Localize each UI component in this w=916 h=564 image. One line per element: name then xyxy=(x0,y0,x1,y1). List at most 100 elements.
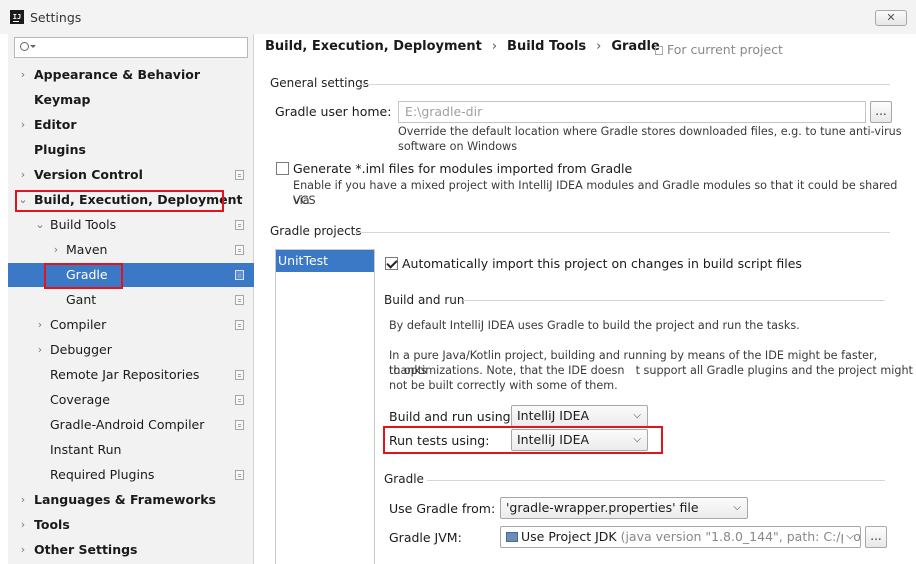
generate-iml-hint-line2: VCS xyxy=(293,194,316,207)
user-home-hint-line2: software on Windows xyxy=(398,140,518,153)
sidebar-item-debugger[interactable]: › Debugger xyxy=(8,338,254,362)
generate-iml-hint-line1: Enable if you have a mixed project with … xyxy=(293,179,898,207)
sidebar-item-appearance-behavior[interactable]: › Appearance & Behavior xyxy=(8,63,254,87)
intellij-app-icon: IJ xyxy=(10,10,24,24)
project-scope-icon xyxy=(655,46,663,55)
gradle-jvm-value: Use Project JDK xyxy=(521,529,617,544)
use-gradle-from-value: 'gradle-wrapper.properties' file xyxy=(506,500,699,515)
project-scope-icon xyxy=(235,320,244,330)
for-current-project-label: For current project xyxy=(667,42,783,57)
sidebar-item-languages-frameworks[interactable]: › Languages & Frameworks xyxy=(8,488,254,512)
build-run-using-value: IntelliJ IDEA xyxy=(517,408,590,423)
auto-import-label[interactable]: Automatically import this project on cha… xyxy=(402,256,802,271)
settings-content: Build, Execution, Deployment › Build Tools… xyxy=(255,34,916,564)
generate-iml-checkbox[interactable] xyxy=(276,162,289,175)
user-home-hint-line1: Override the default location where Grad… xyxy=(398,125,902,138)
use-gradle-from-select[interactable]: 'gradle-wrapper.properties' file ⌵ xyxy=(500,497,748,519)
run-tests-using-label: Run tests using: xyxy=(389,433,490,448)
build-run-description-3: to optimizations. Note, that the IDE doe… xyxy=(389,364,913,377)
sidebar-item-gradle-android-compiler[interactable]: Gradle-Android Compiler xyxy=(8,413,254,437)
chevron-right-icon[interactable]: › xyxy=(18,163,28,187)
sidebar-item-build-execution-deployment[interactable]: ⌄ Build, Execution, Deployment xyxy=(8,188,254,212)
chevron-down-icon: ⌵ xyxy=(633,410,641,421)
gradle-jvm-label: Gradle JVM: xyxy=(389,530,462,545)
chevron-right-icon[interactable]: › xyxy=(18,113,28,137)
breadcrumb: Build, Execution, Deployment › Build Tools… xyxy=(265,39,660,54)
generate-iml-label[interactable]: Generate *.iml files for modules importe… xyxy=(293,161,632,176)
sidebar-item-maven[interactable]: › Maven xyxy=(8,238,254,262)
chevron-down-icon[interactable]: ⌄ xyxy=(35,213,45,237)
build-run-description-1: By default IntelliJ IDEA uses Gradle to … xyxy=(389,319,800,332)
chevron-right-icon[interactable]: › xyxy=(35,338,45,362)
sidebar-item-build-tools[interactable]: ⌄ Build Tools xyxy=(8,213,254,237)
section-divider xyxy=(463,300,885,301)
chevron-right-icon[interactable]: › xyxy=(18,63,28,87)
breadcrumb-separator: › xyxy=(491,39,498,54)
settings-sidebar: › Appearance & Behavior Keymap › Editor … xyxy=(8,34,254,564)
general-settings-title: General settings xyxy=(270,76,369,90)
sidebar-item-other-settings[interactable]: › Other Settings xyxy=(8,538,254,562)
use-gradle-from-label: Use Gradle from: xyxy=(389,501,496,516)
project-scope-icon xyxy=(235,270,244,280)
sidebar-item-tools[interactable]: › Tools xyxy=(8,513,254,537)
chevron-right-icon[interactable]: › xyxy=(18,513,28,537)
run-tests-using-select[interactable]: IntelliJ IDEA ⌵ xyxy=(511,429,648,451)
gradle-jvm-detail: (java version "1.8.0_144", path: C:/prog xyxy=(620,529,861,544)
gradle-user-home-label: Gradle user home: xyxy=(275,104,392,119)
sidebar-item-required-plugins[interactable]: Required Plugins xyxy=(8,463,254,487)
section-divider xyxy=(360,84,890,85)
build-run-using-label: Build and run using: xyxy=(389,409,515,424)
chevron-right-icon[interactable]: › xyxy=(51,238,61,262)
run-tests-using-value: IntelliJ IDEA xyxy=(517,432,590,447)
sidebar-item-remote-jar-repositories[interactable]: Remote Jar Repositories xyxy=(8,363,254,387)
gradle-user-home-field[interactable]: E:\gradle-dir xyxy=(398,101,866,123)
breadcrumb-item[interactable]: Build, Execution, Deployment xyxy=(265,39,482,54)
project-scope-icon xyxy=(235,245,244,255)
project-scope-icon xyxy=(235,395,244,405)
sidebar-item-editor[interactable]: › Editor xyxy=(8,113,254,137)
for-current-project-note: For current project xyxy=(655,42,783,57)
sidebar-item-compiler[interactable]: › Compiler xyxy=(8,313,254,337)
sidebar-item-version-control[interactable]: › Version Control xyxy=(8,163,254,187)
sidebar-item-plugins[interactable]: Plugins xyxy=(8,138,254,162)
sidebar-item-gant[interactable]: Gant xyxy=(8,288,254,312)
search-input[interactable] xyxy=(37,39,242,56)
project-scope-icon xyxy=(235,470,244,480)
project-scope-icon xyxy=(235,170,244,180)
jdk-folder-icon xyxy=(506,532,518,542)
browse-button[interactable]: ... xyxy=(870,101,892,123)
chevron-down-icon: ⌵ xyxy=(733,502,741,513)
search-icon xyxy=(20,42,36,51)
project-scope-icon xyxy=(235,220,244,230)
section-divider xyxy=(355,232,890,233)
search-box[interactable] xyxy=(14,37,248,58)
section-divider xyxy=(427,480,885,481)
gradle-jvm-browse-button[interactable]: ... xyxy=(865,526,887,548)
gradle-projects-list[interactable]: UnitTest xyxy=(275,249,375,564)
project-scope-icon xyxy=(235,370,244,380)
sidebar-item-gradle[interactable]: Gradle xyxy=(8,263,254,287)
build-run-using-select[interactable]: IntelliJ IDEA ⌵ xyxy=(511,405,648,427)
chevron-down-icon: ⌵ xyxy=(843,527,854,547)
gradle-projects-title: Gradle projects xyxy=(270,224,362,238)
breadcrumb-item: Gradle xyxy=(611,39,660,54)
chevron-right-icon[interactable]: › xyxy=(18,538,28,562)
chevron-right-icon[interactable]: › xyxy=(35,313,45,337)
project-scope-icon xyxy=(235,420,244,430)
gradle-jvm-select[interactable]: Use Project JDK (java version "1.8.0_144… xyxy=(500,526,861,548)
chevron-right-icon[interactable]: › xyxy=(18,488,28,512)
project-scope-icon xyxy=(235,295,244,305)
sidebar-item-keymap[interactable]: Keymap xyxy=(8,88,254,112)
sidebar-item-coverage[interactable]: Coverage xyxy=(8,388,254,412)
gradle-section-title: Gradle xyxy=(384,472,424,486)
window-title: Settings xyxy=(30,10,82,25)
close-button[interactable]: ✕ xyxy=(875,10,907,26)
breadcrumb-separator: › xyxy=(596,39,602,54)
list-item[interactable]: UnitTest xyxy=(276,250,374,272)
breadcrumb-item[interactable]: Build Tools xyxy=(507,39,586,54)
chevron-down-icon[interactable]: ⌄ xyxy=(18,188,28,212)
auto-import-checkbox[interactable] xyxy=(385,257,398,270)
title-bar: IJ Settings ✕ xyxy=(0,0,916,34)
sidebar-item-instant-run[interactable]: Instant Run xyxy=(8,438,254,462)
chevron-down-icon: ⌵ xyxy=(633,434,641,445)
